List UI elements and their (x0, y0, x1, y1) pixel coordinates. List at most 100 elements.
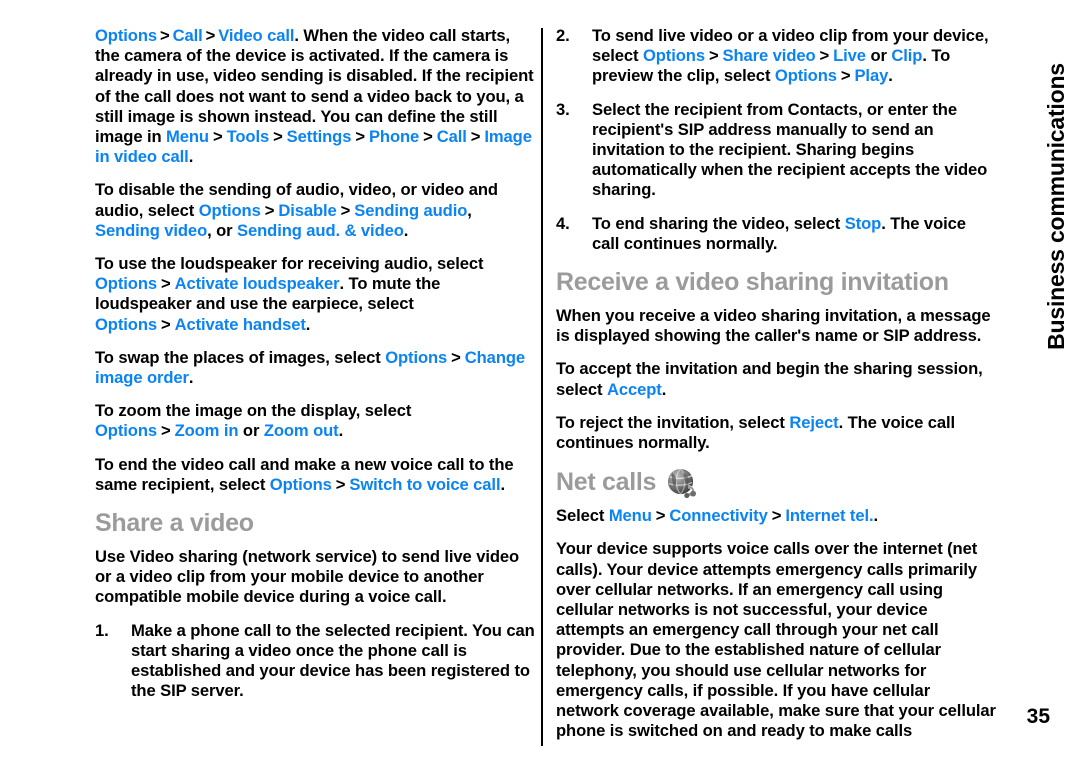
separator-gt: > (451, 347, 461, 367)
text-run: To use the loudspeaker for receiving aud… (95, 254, 484, 274)
list-item-step-1: 1. Make a phone call to the selected reci… (95, 621, 535, 702)
text-run: To reject the invitation, select (556, 412, 790, 432)
text-run: . (188, 368, 194, 388)
text-run: . (888, 66, 893, 86)
link-menu[interactable]: Menu (609, 506, 652, 525)
text-run: or (238, 421, 264, 441)
separator-gt: > (470, 127, 481, 147)
separator-gt: > (819, 46, 830, 66)
step-number: 2. (556, 26, 570, 45)
link-activate-loudspeaker[interactable]: Activate loudspeaker (175, 274, 340, 293)
link-options[interactable]: Options (95, 26, 157, 45)
paragraph-zoom-image: To zoom the image on the display, select… (95, 401, 535, 441)
text-run: . (338, 421, 344, 441)
left-column: Options > Call > Video call. When the video … (95, 26, 535, 701)
link-sending-aud-video[interactable]: Sending aud. & video (237, 221, 404, 240)
right-column: 2. To send live video or a video clip fro… (556, 26, 996, 741)
paragraph-select-path: Select Menu > Connectivity > Internet tel.. (556, 506, 996, 526)
share-video-steps-continued: 2. To send live video or a video clip fro… (556, 26, 996, 254)
heading-text: Share a video (95, 509, 254, 538)
paragraph-end-video-call: To end the video call and make a new voi… (95, 455, 535, 495)
paragraph-accept-invitation: To accept the invitation and begin the s… (556, 359, 996, 399)
separator-gt: > (212, 127, 223, 147)
globe-headset-icon (665, 467, 698, 499)
column-divider (541, 28, 543, 746)
text-run: To zoom the image on the display, select (95, 401, 412, 421)
list-item-step-2: 2. To send live video or a video clip fro… (556, 26, 996, 87)
separator-gt: > (771, 506, 782, 526)
list-item-step-4: 4. To end sharing the video, select Stop.… (556, 214, 996, 254)
link-stop[interactable]: Stop (845, 214, 882, 233)
step-number: 4. (556, 213, 570, 233)
link-phone[interactable]: Phone (369, 127, 419, 146)
link-live[interactable]: Live (833, 46, 866, 65)
link-disable[interactable]: Disable (278, 201, 336, 220)
link-zoom-out[interactable]: Zoom out (264, 421, 339, 440)
paragraph-video-call: Options > Call > Video call. When the video … (95, 26, 535, 167)
separator-gt: > (264, 200, 275, 220)
heading-text: Receive a video sharing invitation (556, 268, 949, 297)
separator-gt: > (340, 200, 351, 220)
text-run: . (188, 147, 194, 167)
step-number: 1. (95, 620, 109, 640)
separator-gt: > (160, 421, 171, 441)
paragraph-receive-intro: When you receive a video sharing invitat… (556, 306, 991, 346)
link-options[interactable]: Options (270, 475, 332, 494)
link-settings[interactable]: Settings (287, 127, 352, 146)
step-text: Select the recipient from Contacts, or e… (592, 99, 988, 200)
link-connectivity[interactable]: Connectivity (669, 506, 767, 525)
link-video-call[interactable]: Video call (218, 26, 294, 45)
text-run: . (661, 379, 667, 399)
text-run: . (403, 220, 409, 240)
text-run: . (500, 474, 505, 494)
separator-gt: > (840, 66, 851, 86)
link-tools[interactable]: Tools (227, 127, 270, 146)
text-run: . (305, 314, 311, 334)
link-accept[interactable]: Accept (607, 380, 662, 399)
separator-gt: > (708, 46, 719, 66)
link-call[interactable]: Call (173, 26, 203, 45)
share-video-steps: 1. Make a phone call to the selected reci… (95, 621, 535, 702)
text-run: To swap the places of images, select (95, 347, 386, 367)
link-options[interactable]: Options (643, 46, 705, 65)
link-options[interactable]: Options (199, 201, 261, 220)
paragraph-loudspeaker: To use the loudspeaker for receiving aud… (95, 254, 535, 335)
link-clip[interactable]: Clip (891, 46, 922, 65)
link-call-2[interactable]: Call (437, 127, 467, 146)
list-item-step-3: 3. Select the recipient from Contacts, or… (556, 100, 996, 201)
link-menu[interactable]: Menu (166, 127, 209, 146)
link-options[interactable]: Options (95, 274, 157, 293)
link-zoom-in[interactable]: Zoom in (175, 421, 239, 440)
chapter-side-tab: Business communications (1036, 18, 1076, 418)
step-text: Make a phone call to the selected recipi… (131, 620, 535, 701)
link-options[interactable]: Options (95, 421, 157, 440)
separator-gt: > (355, 127, 365, 147)
heading-net-calls: Net calls (556, 466, 996, 499)
link-reject[interactable]: Reject (789, 413, 838, 432)
link-activate-handset[interactable]: Activate handset (175, 315, 306, 334)
document-page: Options > Call > Video call. When the video … (0, 0, 1080, 779)
link-options-2[interactable]: Options (775, 66, 837, 85)
paragraph-disable-sending: To disable the sending of audio, video, … (95, 180, 535, 241)
link-switch-to-voice-call[interactable]: Switch to voice call (349, 475, 500, 494)
step-number: 3. (556, 99, 570, 119)
separator-gt: > (335, 474, 346, 494)
paragraph-share-intro: Use Video sharing (network service) to s… (95, 547, 520, 607)
paragraph-reject-invitation: To reject the invitation, select Reject.… (556, 413, 996, 453)
link-internet-tel[interactable]: Internet tel. (785, 506, 873, 525)
link-share-video[interactable]: Share video (723, 46, 816, 65)
link-sending-video[interactable]: Sending video (95, 221, 207, 240)
step-text: To send live video or a video clip from … (592, 26, 989, 85)
link-options[interactable]: Options (385, 348, 447, 367)
chapter-side-tab-label: Business communications (1042, 63, 1069, 350)
link-play[interactable]: Play (854, 66, 888, 85)
heading-text: Net calls (556, 467, 657, 496)
text-run: , (467, 200, 472, 220)
page-number: 35 (1026, 705, 1050, 728)
heading-share-a-video: Share a video (95, 508, 535, 538)
link-options-2[interactable]: Options (95, 315, 157, 334)
text-run: , or (207, 220, 238, 240)
link-sending-audio[interactable]: Sending audio (354, 201, 467, 220)
separator-gt: > (423, 127, 433, 147)
step-text: To end sharing the video, select Stop. T… (592, 214, 966, 253)
